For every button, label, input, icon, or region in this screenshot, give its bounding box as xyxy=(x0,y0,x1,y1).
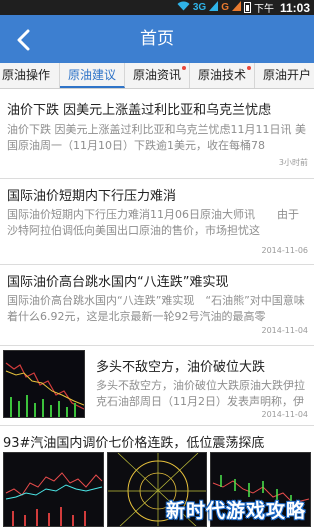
chart-thumbnail xyxy=(210,452,312,527)
tab-label: 原油建议 xyxy=(67,68,116,82)
clock-time: 11:03 xyxy=(279,0,310,15)
chart-thumbnail xyxy=(3,452,104,527)
news-time: 2014-11-04 xyxy=(261,326,309,335)
news-item-with-gallery[interactable]: 93#汽油国内调价七价格连跌，低位震荡探底 xyxy=(0,426,314,527)
news-feed[interactable]: 油价下跌 因美元上涨盖过利比亚和乌克兰忧虑 油价下跌 因美元上涨盖过利比亚和乌克… xyxy=(0,89,314,527)
back-button[interactable] xyxy=(10,25,38,53)
news-item[interactable]: 油价下跌 因美元上涨盖过利比亚和乌克兰忧虑 油价下跌 因美元上涨盖过利比亚和乌克… xyxy=(0,89,314,179)
news-summary: 油价下跌 因美元上涨盖过利比亚和乌克兰忧虑11月11日讯 美国原油周一（11月1… xyxy=(7,123,306,152)
signal-icon xyxy=(209,1,219,14)
tab-label: 原油技术 xyxy=(197,68,246,82)
page-title: 首页 xyxy=(140,29,174,49)
news-time: 2014-11-06 xyxy=(261,246,309,255)
network-type-label: 3G xyxy=(192,2,207,13)
news-title: 油价下跌 因美元上涨盖过利比亚和乌克兰忧虑 xyxy=(7,103,272,118)
notification-dot-icon xyxy=(182,66,186,70)
news-title: 国际油价高台跳水国内“八连跌”难实现 xyxy=(7,275,229,290)
status-bar-indicators: 3G G 下午 11:03 xyxy=(177,0,310,15)
tab-oil-account[interactable]: 原油开户 xyxy=(255,63,314,88)
news-title: 国际油价短期内下行压力难消 xyxy=(7,189,177,204)
news-item[interactable]: 国际油价短期内下行压力难消 国际油价短期内下行压力难消11月06日原油大师讯 由… xyxy=(0,179,314,265)
battery-icon xyxy=(243,2,251,13)
news-item[interactable]: 国际油价高台跳水国内“八连跌”难实现 国际油价高台跳水国内“八连跌”难实现 “石… xyxy=(0,265,314,346)
title-bar: 首页 xyxy=(0,15,314,63)
network-type-label-2: G xyxy=(221,2,229,13)
news-title: 93#汽油国内调价七价格连跌，低位震荡探底 xyxy=(3,436,265,451)
news-summary: 国际油价高台跳水国内“八连跌”难实现 “石油熊”对中国意味着什么6.92元，这是… xyxy=(7,294,305,323)
tab-oil-technical[interactable]: 原油技术 xyxy=(190,63,255,88)
gann-chart-thumbnail xyxy=(106,452,208,527)
news-image-gallery xyxy=(3,452,312,527)
tab-oil-operation[interactable]: 原油操作 xyxy=(0,63,60,88)
time-period: 下午 xyxy=(253,4,274,15)
category-tabs: 原油操作 原油建议 原油资讯 原油技术 原油开户 xyxy=(0,63,314,89)
wifi-icon xyxy=(177,1,190,14)
tab-oil-advice[interactable]: 原油建议 xyxy=(60,63,125,88)
chevron-left-icon xyxy=(17,29,30,51)
notification-dot-icon xyxy=(247,66,251,70)
news-item-with-thumbnail[interactable]: 多头不敌空方，油价破位大跌 多头不敌空方，油价破位大跌原油大跌伊拉克石油部周日（… xyxy=(0,346,314,426)
tab-oil-news[interactable]: 原油资讯 xyxy=(125,63,190,88)
status-bar: 3G G 下午 11:03 xyxy=(0,0,314,15)
news-summary: 多头不敌空方，油价破位大跌原油大跌伊拉克石油部周日（11月2日）发表声明称，伊 xyxy=(96,379,305,408)
news-title: 多头不敌空方，油价破位大跌 xyxy=(96,360,266,375)
news-time: 2014-11-04 xyxy=(261,410,309,419)
tab-label: 原油操作 xyxy=(2,68,51,82)
news-time: 3小时前 xyxy=(278,158,308,167)
news-thumbnail xyxy=(3,350,85,418)
tab-label: 原油开户 xyxy=(262,68,311,82)
news-summary: 国际油价短期内下行压力难消11月06日原油大师讯 由于沙特阿拉伯调低向美国出口原… xyxy=(7,208,299,237)
signal-icon-2 xyxy=(231,1,241,14)
tab-label: 原油资讯 xyxy=(132,68,181,82)
